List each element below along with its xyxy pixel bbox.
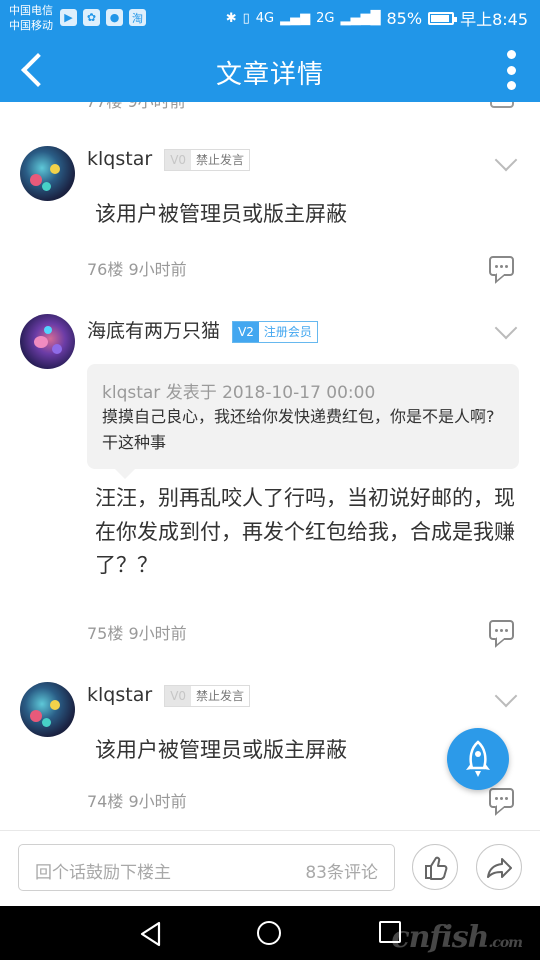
username-text: 海底有两万只猫 [87, 320, 221, 342]
system-status: ✱ ▯ 4G ▂▄▆ 2G ▂▄▆█ 85% 早上8:45 [226, 6, 528, 30]
reply-placeholder: 回个话鼓励下楼主 [35, 863, 171, 883]
thumbs-up-icon [425, 856, 448, 880]
username-text: klqstar [87, 684, 153, 706]
chevron-down-icon[interactable] [494, 148, 518, 172]
watermark: cnfish.com [391, 920, 523, 955]
floor-time: 74楼 9小时前 [87, 792, 187, 811]
reply-comment-icon[interactable] [489, 620, 514, 640]
like-button[interactable] [412, 844, 458, 890]
battery-percent: 85% [386, 8, 423, 28]
username-text: klqstar [87, 148, 153, 170]
level-badge: V0 禁止发言 [164, 684, 251, 707]
nav-back-icon[interactable] [139, 921, 163, 947]
reply-comment-icon[interactable] [489, 788, 514, 808]
comment-text: 该用户被管理员或版主屏蔽 [95, 202, 347, 226]
more-options-icon[interactable] [504, 50, 518, 90]
network-type-2: 2G [316, 10, 335, 26]
status-bar: 中国电信 中国移动 ▶ ✿ ● 淘 ✱ ▯ 4G ▂▄▆ 2G ▂▄▆█ 85%… [0, 0, 540, 36]
floor-time: 76楼 9小时前 [87, 260, 187, 279]
message-icon: ● [106, 9, 123, 26]
nav-home-icon[interactable] [257, 921, 281, 945]
bottom-bar: 回个话鼓励下楼主 83条评论 [0, 830, 540, 906]
chevron-down-icon[interactable] [494, 684, 518, 708]
signal-icon: ▂▄▆ [280, 10, 311, 26]
username[interactable]: klqstar V0 禁止发言 [87, 148, 251, 171]
level-badge: V0 禁止发言 [164, 148, 251, 171]
username[interactable]: klqstar V0 禁止发言 [87, 684, 251, 707]
comment-feed[interactable]: 77楼 9小时前 klqstar V0禁止发言 该用户被管理员或版主屏蔽 76楼… [0, 102, 540, 830]
signal-icon-2: ▂▄▆█ [340, 10, 381, 26]
notification-icons: ▶ ✿ ● 淘 [60, 9, 146, 26]
bluetooth-icon: ✱ [225, 10, 237, 26]
level-badge: V2 注册会员 [232, 320, 318, 343]
app-bar: 文章详情 [0, 36, 540, 102]
quoted-comment: klqstar 发表于 2018-10-17 00:00 摸摸自己良心，我还给你… [87, 364, 519, 479]
avatar[interactable] [20, 314, 75, 369]
quote-header: klqstar 发表于 2018-10-17 00:00 [102, 383, 376, 403]
battery-icon [428, 11, 458, 25]
reply-comment-icon[interactable] [489, 256, 514, 276]
comment-text: 汪汪，别再乱咬人了行吗，当初说好邮的，现在你发成到付，再发个红包给我，合成是我赚… [95, 486, 515, 578]
network-type: 4G [255, 10, 275, 26]
rocket-button[interactable] [447, 728, 509, 790]
page-title: 文章详情 [215, 60, 324, 90]
reply-input[interactable]: 回个话鼓励下楼主 83条评论 [18, 844, 395, 891]
rocket-icon [466, 740, 490, 777]
avatar[interactable] [20, 146, 75, 201]
comment-item: 海底有两万只猫 V2 注册会员 klqstar 发表于 2018-10-17 00… [0, 314, 540, 654]
share-button[interactable] [476, 844, 522, 890]
comment-count[interactable]: 83条评论 [305, 858, 378, 883]
carrier-info: 中国电信 中国移动 [9, 3, 53, 33]
share-icon [487, 858, 512, 878]
floor-time: 75楼 9小时前 [87, 624, 187, 643]
vibrate-icon: ▯ [242, 10, 250, 26]
avatar[interactable] [20, 682, 75, 737]
app-icon: ✿ [83, 9, 100, 26]
carrier-1: 中国电信 [9, 4, 53, 17]
username[interactable]: 海底有两万只猫 V2 注册会员 [87, 316, 318, 343]
system-nav-bar: cnfish.com [0, 906, 540, 960]
partial-comment-icon[interactable] [490, 102, 514, 108]
taobao-icon: 淘 [129, 9, 146, 26]
partial-prev-meta: 77楼 9小时前 [86, 102, 186, 112]
video-app-icon: ▶ [60, 9, 77, 26]
quote-text: 摸摸自己良心，我还给你发快递费红包，你是不是人啊?干这种事 [102, 407, 495, 452]
chevron-down-icon[interactable] [494, 316, 518, 340]
carrier-2: 中国移动 [9, 19, 53, 32]
clock: 早上8:45 [460, 10, 528, 29]
